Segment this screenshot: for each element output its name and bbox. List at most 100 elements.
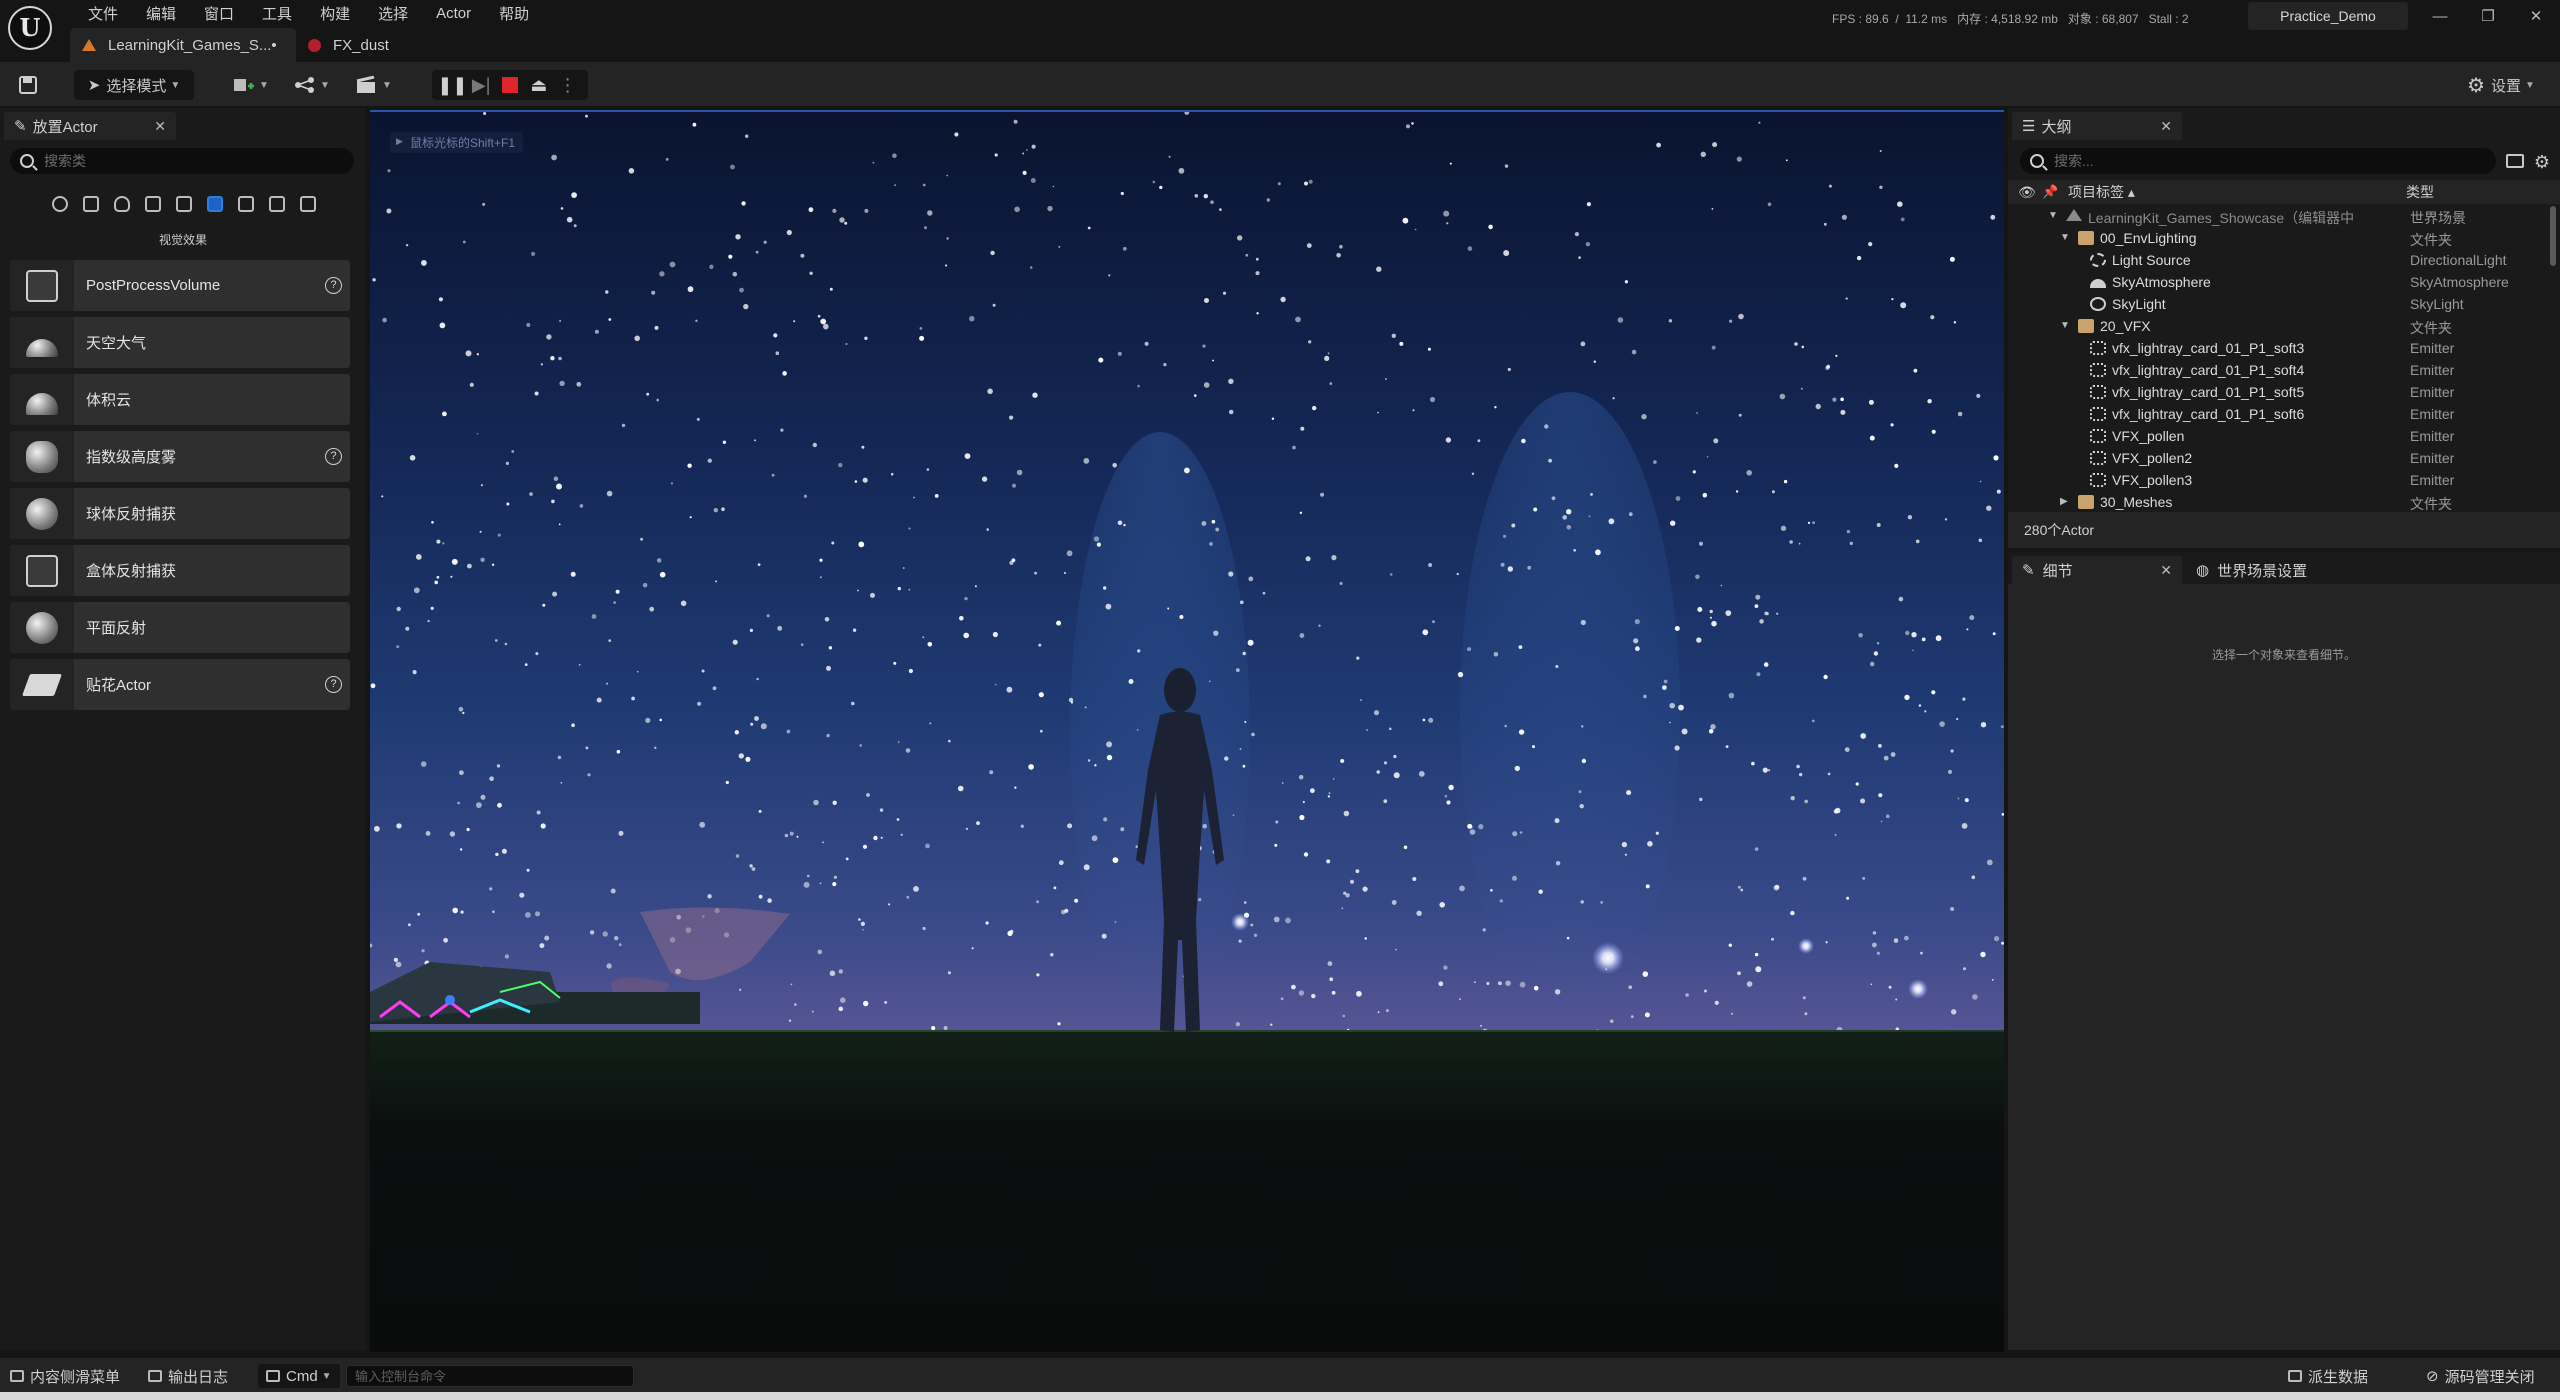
actor-item[interactable]: 体积云 [10,374,350,425]
tab-outliner[interactable]: ☰ 大纲 ✕ [2012,112,2182,140]
console-command-input[interactable] [346,1365,634,1387]
menu-tools[interactable]: 工具 [248,3,306,24]
menu-actor[interactable]: Actor [422,5,485,22]
outliner-row[interactable]: ▼ 00_EnvLighting 文件夹 [2008,228,2552,250]
star [1935,635,1942,642]
close-icon[interactable]: ✕ [2160,118,2172,135]
outliner-row[interactable]: VFX_pollen2 Emitter [2008,448,2552,470]
pin-icon[interactable]: 📌 [2042,184,2058,200]
tab-details[interactable]: ✎ 细节 ✕ [2012,556,2182,584]
outliner-row[interactable]: Light Source DirectionalLight [2008,250,2552,272]
column-type[interactable]: 类型 [2406,182,2434,202]
star [789,831,794,836]
help-icon[interactable]: ? [325,676,342,693]
blueprint-button[interactable]: ▼ [290,70,334,100]
outliner-row[interactable]: ▶ 30_Meshes 文件夹 [2008,492,2552,514]
actor-item[interactable]: 平面反射 [10,602,350,653]
outliner-row[interactable]: vfx_lightray_card_01_P1_soft6 Emitter [2008,404,2552,426]
category-shapes[interactable] [137,192,168,216]
category-lights[interactable] [106,192,137,216]
close-icon[interactable]: ✕ [154,118,166,135]
play-options-button[interactable]: ⋮ [557,75,579,95]
outliner-row[interactable]: SkyLight SkyLight [2008,294,2552,316]
cinematics-button[interactable]: ▼ [352,70,396,100]
menu-select[interactable]: 选择 [364,3,422,24]
expand-arrow-icon[interactable]: ▼ [2060,320,2070,331]
menu-edit[interactable]: 编辑 [132,3,190,24]
visibility-eye-icon[interactable]: 👁 [2018,184,2036,201]
menu-build[interactable]: 构建 [306,3,364,24]
gear-icon[interactable]: ⚙ [2534,152,2550,173]
output-log-button[interactable]: 输出日志 [148,1364,228,1388]
save-button[interactable] [14,70,42,100]
outliner-header: 👁 📌 项目标签 ▴ 类型 [2008,180,2560,204]
actor-item[interactable]: 天空大气 [10,317,350,368]
eject-button[interactable]: ⏏ [528,75,550,95]
category-cinematic[interactable] [168,192,199,216]
content-drawer-button[interactable]: 内容侧滑菜单 [10,1364,120,1388]
actor-item[interactable]: 指数级高度雾 ? [10,431,350,482]
category-geometry[interactable] [292,192,323,216]
star [1789,540,1793,544]
glow-orb [1592,942,1624,974]
cmd-dropdown[interactable]: Cmd ▼ [258,1364,340,1388]
tab-fx-dust[interactable]: FX_dust [296,28,403,62]
star [738,753,744,759]
stop-button[interactable] [499,75,521,95]
tab-world-settings[interactable]: ◍ 世界场景设置 [2186,556,2356,584]
category-all-classes[interactable] [261,192,292,216]
star [819,558,823,562]
minimize-button[interactable]: — [2416,4,2464,30]
menu-window[interactable]: 窗口 [190,3,248,24]
outliner-scrollbar[interactable] [2550,206,2556,266]
tab-place-actors[interactable]: ✎ 放置Actor ✕ [4,112,176,140]
menu-file[interactable]: 文件 [74,3,132,24]
level-viewport[interactable]: 鼠标光标的Shift+F1 [370,110,2004,1352]
select-mode-dropdown[interactable]: ➤ 选择模式 ▼ [74,70,194,100]
outliner-row[interactable]: ▼ 20_VFX 文件夹 [2008,316,2552,338]
outliner-row[interactable]: vfx_lightray_card_01_P1_soft3 Emitter [2008,338,2552,360]
star [1262,591,1266,595]
star [1083,458,1090,464]
menu-help[interactable]: 帮助 [485,3,543,24]
settings-button[interactable]: ⚙ 设置 ▼ [2456,70,2546,100]
outliner-row[interactable]: SkyAtmosphere SkyAtmosphere [2008,272,2552,294]
project-name[interactable]: Practice_Demo [2248,2,2408,30]
column-item-label[interactable]: 项目标签 ▴ [2068,182,2135,202]
expand-arrow-icon[interactable]: ▼ [2060,232,2070,243]
outliner-row[interactable]: vfx_lightray_card_01_P1_soft5 Emitter [2008,382,2552,404]
help-icon[interactable]: ? [325,448,342,465]
actor-item[interactable]: PostProcessVolume ? [10,260,350,311]
star [1846,529,1851,534]
tab-level[interactable]: LearningKit_Games_S...• [70,28,296,62]
category-recent[interactable] [44,192,75,216]
add-folder-icon[interactable] [2506,154,2524,168]
frame-skip-button[interactable]: ▶︎| [470,75,492,95]
outliner-row[interactable]: VFX_pollen Emitter [2008,426,2552,448]
expand-arrow-icon[interactable]: ▼ [2048,210,2058,221]
category-basic[interactable] [75,192,106,216]
unreal-logo-icon[interactable]: U [8,6,52,50]
restore-button[interactable]: ❐ [2464,4,2512,30]
outliner-row[interactable]: ▼ LearningKit_Games_Showcase（编辑器中 世界场景 [2008,206,2552,228]
star [689,516,692,519]
actor-item[interactable]: 盒体反射捕获 [10,545,350,596]
close-window-button[interactable]: ✕ [2512,4,2560,30]
star [981,476,988,482]
help-icon[interactable]: ? [325,277,342,294]
close-icon[interactable]: ✕ [2160,562,2172,579]
outliner-row[interactable]: vfx_lightray_card_01_P1_soft4 Emitter [2008,360,2552,382]
derived-data-button[interactable]: 派生数据 [2288,1364,2368,1388]
collapse-arrow-icon[interactable]: ▶ [2060,496,2068,507]
actor-item[interactable]: 球体反射捕获 [10,488,350,539]
source-control-button[interactable]: ⊘ 源码管理关闭 [2426,1364,2535,1388]
quick-add-button[interactable]: ▼ [230,70,272,100]
star [1053,886,1057,890]
actor-item[interactable]: 贴花Actor ? [10,659,350,710]
search-input[interactable] [44,153,334,169]
pause-button[interactable]: ❚❚ [437,75,467,95]
category-visual-effects[interactable] [199,192,230,216]
category-volumes[interactable] [230,192,261,216]
outliner-search-input[interactable] [2054,153,2474,169]
outliner-row[interactable]: VFX_pollen3 Emitter [2008,470,2552,492]
